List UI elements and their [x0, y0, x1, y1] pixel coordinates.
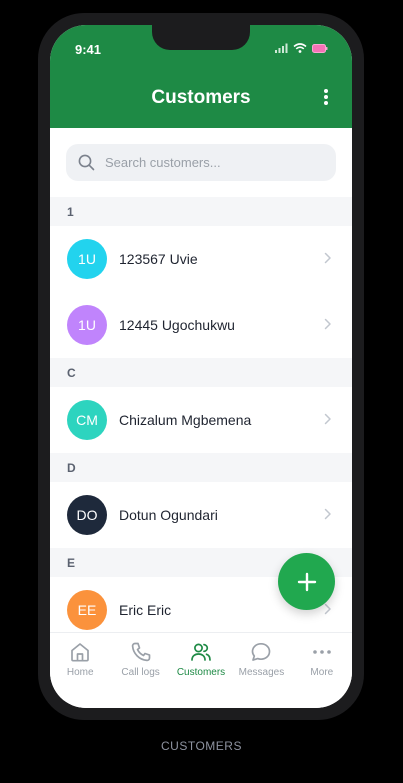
customer-row[interactable]: CM Chizalum Mgbemena — [50, 387, 352, 453]
chevron-right-icon — [324, 413, 331, 425]
page-title: Customers — [151, 87, 251, 108]
dot — [324, 89, 328, 93]
more-icon — [313, 650, 331, 654]
notch — [152, 25, 250, 50]
customer-name: 12445 Ugochukwu — [119, 317, 235, 333]
customer-row[interactable]: DO Dotun Ogundari — [50, 482, 352, 548]
section-header: D — [50, 453, 352, 482]
chevron-right-icon — [324, 252, 331, 264]
home-icon — [71, 643, 90, 662]
add-customer-button[interactable] — [278, 553, 335, 610]
more-options-button[interactable] — [318, 87, 334, 107]
avatar: EE — [67, 590, 107, 630]
chevron-right-icon — [324, 318, 331, 330]
tab-label: Home — [66, 667, 94, 678]
users-icon — [191, 643, 211, 661]
avatar: 1U — [67, 305, 107, 345]
status-time: 9:41 — [75, 42, 102, 57]
bottom-tab-bar: Home Call logs Customers Messages More — [50, 632, 352, 708]
avatar: 1U — [67, 239, 107, 279]
dot — [324, 101, 328, 105]
chat-icon — [252, 642, 271, 661]
wifi-icon — [293, 43, 307, 53]
search-bar[interactable] — [66, 144, 336, 181]
customer-name: Dotun Ogundari — [119, 507, 218, 523]
avatar: DO — [67, 495, 107, 535]
signal-icon — [275, 43, 288, 53]
tab-label: Call logs — [121, 667, 160, 678]
customer-name: Chizalum Mgbemena — [119, 412, 252, 428]
battery-icon — [312, 43, 328, 53]
phone-icon — [131, 642, 150, 662]
tab-call-logs[interactable]: Call logs — [110, 633, 170, 708]
app-header: 9:41 Customers — [50, 25, 352, 128]
customer-name: Eric Eric — [119, 602, 172, 618]
tab-home[interactable]: Home — [50, 633, 110, 708]
status-icons — [275, 43, 328, 53]
customer-row[interactable]: 1U 123567 Uvie — [50, 226, 352, 292]
tab-label: Messages — [238, 667, 285, 678]
avatar: CM — [67, 400, 107, 440]
chevron-right-icon — [324, 508, 331, 520]
plus-icon — [297, 572, 316, 591]
customer-row[interactable]: 1U 12445 Ugochukwu — [50, 292, 352, 358]
search-icon — [78, 154, 95, 171]
customer-name: 123567 Uvie — [119, 251, 198, 267]
tab-more[interactable]: More — [292, 633, 352, 708]
chevron-right-icon — [324, 603, 331, 615]
section-header: C — [50, 358, 352, 387]
screen-caption: CUSTOMERS — [161, 739, 242, 753]
tab-label: More — [310, 667, 334, 678]
section-header: 1 — [50, 197, 352, 226]
tab-messages[interactable]: Messages — [231, 633, 291, 708]
tab-customers[interactable]: Customers — [171, 633, 231, 708]
search-input[interactable] — [105, 155, 325, 170]
tab-label: Customers — [176, 667, 226, 678]
phone-screen: 9:41 Customers Search customers... 1 1U … — [50, 25, 352, 708]
dot — [324, 95, 328, 99]
